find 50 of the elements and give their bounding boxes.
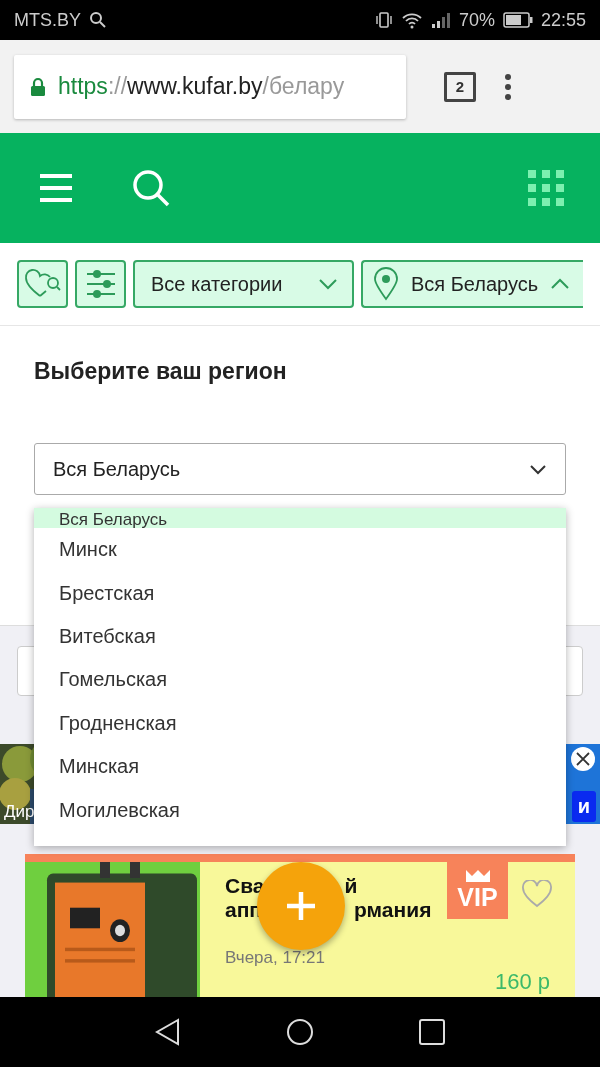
region-option[interactable]: Минская <box>34 744 566 789</box>
search-icon[interactable] <box>132 169 170 207</box>
home-icon[interactable] <box>286 1018 314 1046</box>
ad-button[interactable]: и <box>571 791 596 822</box>
region-heading: Выберите ваш регион <box>34 358 288 385</box>
clock: 22:55 <box>540 9 586 31</box>
region-option[interactable]: Брестская <box>34 571 566 615</box>
listing-time: Вчера, 17:21 <box>225 948 326 968</box>
close-icon[interactable] <box>570 746 596 772</box>
region-select[interactable]: Вся Беларусь <box>34 443 566 495</box>
region-option[interactable]: Вся Беларусь <box>34 508 566 528</box>
category-dropdown[interactable]: Все категории <box>133 260 354 308</box>
listing-price: 160 р <box>494 970 550 994</box>
back-icon[interactable] <box>155 1018 181 1046</box>
battery-percent: 70% <box>458 9 495 31</box>
sliders-icon <box>84 269 117 299</box>
apps-grid-icon[interactable] <box>528 170 564 206</box>
menu-icon[interactable] <box>40 173 72 203</box>
region-option[interactable]: Могилевская <box>34 788 566 832</box>
battery-icon <box>502 12 533 28</box>
wifi-icon <box>400 11 423 29</box>
crown-icon <box>464 869 491 883</box>
heart-icon[interactable] <box>521 880 553 908</box>
location-pin-icon <box>373 267 399 301</box>
chevron-icon <box>318 278 338 290</box>
tab-count-button[interactable]: 2 <box>444 71 476 102</box>
favorite-search-button[interactable] <box>17 260 68 308</box>
listing-title-text: й <box>344 874 358 898</box>
filter-settings-button[interactable] <box>75 260 126 308</box>
address-bar[interactable]: https://www.kufar.by/белару <box>14 54 406 119</box>
ad-caption: Дир <box>4 802 35 822</box>
heart-search-icon <box>23 268 62 300</box>
region-option[interactable]: Гомельская <box>34 658 566 702</box>
more-icon[interactable] <box>504 72 512 101</box>
url-text: https://www.kufar.by/белару <box>58 73 345 100</box>
region-option[interactable]: Витебская <box>34 614 566 659</box>
carrier-name: MTS.BY <box>14 9 81 31</box>
plus-icon <box>285 890 317 922</box>
listing-title-text: рмания <box>354 898 432 922</box>
chevron-icon <box>529 463 547 475</box>
vip-label: VIP <box>457 883 498 912</box>
vibrate-icon <box>374 11 393 29</box>
lock-icon <box>30 76 46 97</box>
location-dropdown[interactable]: Вся Беларусь <box>361 260 583 308</box>
region-option[interactable]: Минск <box>34 528 566 572</box>
recents-icon[interactable] <box>419 1019 445 1045</box>
region-option[interactable]: Гродненская <box>34 701 566 745</box>
search-icon <box>89 11 107 29</box>
signal-icon <box>430 11 451 29</box>
chevron-icon <box>550 278 571 290</box>
